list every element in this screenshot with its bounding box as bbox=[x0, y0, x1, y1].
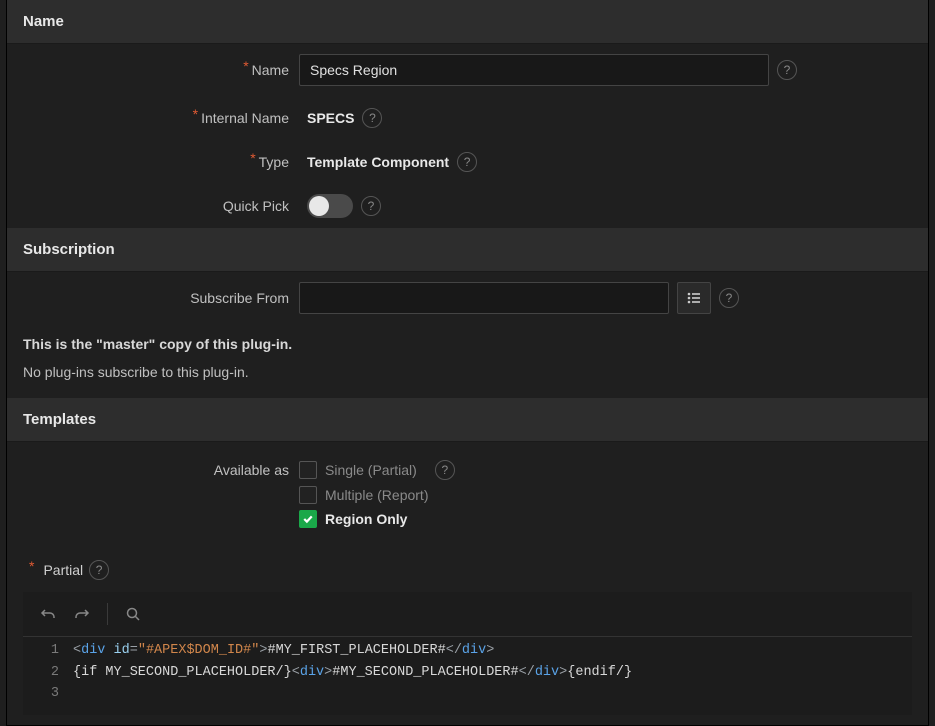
label-available-as: Available as bbox=[7, 460, 299, 478]
required-star: * bbox=[29, 558, 34, 574]
help-icon[interactable]: ? bbox=[777, 60, 797, 80]
label-subscribe-from-text: Subscribe From bbox=[190, 290, 289, 306]
editor-toolbar bbox=[23, 592, 912, 637]
checkbox-label-single: Single (Partial) bbox=[325, 462, 417, 478]
label-internal-name-text: Internal Name bbox=[201, 110, 289, 126]
subscribe-from-input[interactable] bbox=[299, 282, 669, 314]
search-button[interactable] bbox=[118, 600, 148, 628]
label-type: * Type bbox=[7, 154, 299, 170]
code-line-1: 1 <div id="#APEX$DOM_ID#">#MY_FIRST_PLAC… bbox=[23, 640, 912, 662]
help-icon[interactable]: ? bbox=[89, 560, 109, 580]
required-star: * bbox=[243, 58, 248, 74]
code-line-3: 3 bbox=[23, 683, 912, 705]
label-quick-pick: Quick Pick bbox=[7, 198, 299, 214]
checkbox-label-region: Region Only bbox=[325, 511, 407, 527]
help-icon[interactable]: ? bbox=[435, 460, 455, 480]
code-area[interactable]: 1 <div id="#APEX$DOM_ID#">#MY_FIRST_PLAC… bbox=[23, 637, 912, 715]
help-icon[interactable]: ? bbox=[719, 288, 739, 308]
master-copy-text: This is the "master" copy of this plug-i… bbox=[7, 324, 928, 358]
label-type-text: Type bbox=[259, 154, 289, 170]
section-header-subscription: Subscription bbox=[7, 228, 928, 272]
list-picker-button[interactable] bbox=[677, 282, 711, 314]
label-internal-name: * Internal Name bbox=[7, 110, 299, 126]
type-value: Template Component bbox=[299, 154, 449, 170]
label-available-as-text: Available as bbox=[214, 462, 289, 478]
checkbox-label-multiple: Multiple (Report) bbox=[325, 487, 428, 503]
line-number: 1 bbox=[23, 640, 73, 662]
label-partial: Partial bbox=[43, 562, 83, 578]
search-icon bbox=[125, 606, 141, 622]
required-star: * bbox=[250, 150, 255, 166]
undo-icon bbox=[40, 606, 56, 622]
internal-name-value: SPECS bbox=[299, 110, 354, 126]
required-star: * bbox=[193, 106, 198, 122]
toggle-knob bbox=[309, 196, 329, 216]
label-name-text: Name bbox=[252, 62, 289, 78]
help-icon[interactable]: ? bbox=[457, 152, 477, 172]
section-header-name: Name bbox=[7, 0, 928, 44]
label-quick-pick-text: Quick Pick bbox=[223, 198, 289, 214]
toolbar-divider bbox=[107, 603, 108, 625]
list-icon bbox=[686, 290, 702, 306]
checkbox-region-only[interactable] bbox=[299, 510, 317, 528]
check-icon bbox=[302, 513, 314, 525]
help-icon[interactable]: ? bbox=[361, 196, 381, 216]
redo-icon bbox=[74, 606, 90, 622]
code-line-2: 2 {if MY_SECOND_PLACEHOLDER/}<div>#MY_SE… bbox=[23, 662, 912, 684]
line-number: 3 bbox=[23, 683, 73, 705]
name-input[interactable] bbox=[299, 54, 769, 86]
code-editor[interactable]: 1 <div id="#APEX$DOM_ID#">#MY_FIRST_PLAC… bbox=[23, 592, 912, 715]
undo-button[interactable] bbox=[33, 600, 63, 628]
section-header-templates: Templates bbox=[7, 398, 928, 442]
line-number: 2 bbox=[23, 662, 73, 684]
label-name: * Name bbox=[7, 62, 299, 78]
no-subscribers-text: No plug-ins subscribe to this plug-in. bbox=[7, 358, 928, 398]
checkbox-single-partial[interactable] bbox=[299, 461, 317, 479]
checkbox-multiple-report[interactable] bbox=[299, 486, 317, 504]
quick-pick-toggle[interactable] bbox=[307, 194, 353, 218]
help-icon[interactable]: ? bbox=[362, 108, 382, 128]
label-subscribe-from: Subscribe From bbox=[7, 290, 299, 306]
redo-button[interactable] bbox=[67, 600, 97, 628]
